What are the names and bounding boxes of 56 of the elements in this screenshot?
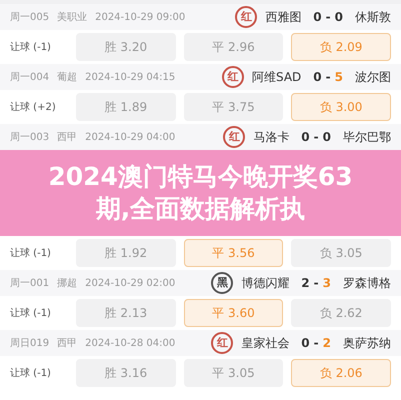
banner-title: 2024澳门特马今晚开奖63期,全面数据解析执: [47, 160, 354, 225]
result-stamp: 红: [222, 66, 244, 88]
result-stamp: 红: [211, 332, 234, 354]
home-team: 博德闪耀: [241, 275, 290, 292]
match-time: 2024-10-28 04:00: [85, 336, 176, 350]
odds-button[interactable]: 平 3.60: [184, 299, 284, 327]
odds-button[interactable]: 负 2.62: [291, 299, 392, 327]
match-score: 2 - 3: [301, 275, 331, 292]
result-stamp: 黑: [211, 272, 234, 294]
match-time: 2024-10-29 04:15: [85, 70, 176, 84]
handicap-label: 让球 (+2): [10, 100, 57, 114]
match-code: 周一001: [10, 276, 50, 290]
away-team: 奥萨苏纳: [343, 335, 391, 352]
match-code: 周一003: [10, 130, 50, 144]
odds-button[interactable]: 负 2.06: [291, 359, 392, 387]
match-score: 0 - 0: [313, 9, 343, 26]
away-team: 波尔图: [355, 69, 391, 86]
match-score: 0 - 5: [313, 69, 343, 86]
away-team: 毕尔巴鄂: [343, 129, 391, 146]
league-name: 挪超: [57, 276, 78, 290]
league-name: 西甲: [57, 336, 78, 350]
home-team: 马洛卡: [253, 129, 290, 146]
odds-button[interactable]: 平 3.05: [184, 359, 284, 387]
result-stamp: 红: [223, 126, 246, 148]
odds-button[interactable]: 胜 1.92: [76, 239, 176, 267]
home-team: 西雅图: [265, 9, 302, 26]
match-code: 周日019: [10, 336, 50, 350]
odds-button[interactable]: 平 3.75: [184, 93, 284, 121]
home-team: 阿维SAD: [252, 69, 302, 86]
league-name: 葡超: [57, 70, 78, 84]
odds-button[interactable]: 平 3.56: [184, 239, 284, 267]
match-code: 周一005: [10, 10, 50, 24]
odds-button[interactable]: 平 2.96: [184, 33, 284, 61]
odds-button[interactable]: 胜 2.13: [76, 299, 176, 327]
handicap-label: 让球 (-1): [10, 40, 52, 54]
odds-button[interactable]: 胜 3.20: [76, 33, 176, 61]
result-stamp: 红: [235, 6, 258, 28]
odds-button[interactable]: 胜 1.89: [76, 93, 176, 121]
odds-button[interactable]: 负 3.00: [291, 93, 392, 121]
handicap-label: 让球 (-1): [10, 246, 52, 260]
away-team: 罗森博格: [343, 275, 391, 292]
match-score: 0 - 0: [301, 129, 331, 146]
handicap-label: 让球 (-1): [10, 366, 52, 380]
handicap-label: 让球 (-1): [10, 306, 52, 320]
match-time: 2024-10-29 04:00: [85, 130, 176, 144]
match-score: 0 - 2: [301, 335, 331, 352]
league-name: 西甲: [57, 130, 78, 144]
odds-button[interactable]: 胜 3.16: [76, 359, 176, 387]
match-code: 周一004: [10, 70, 50, 84]
match-time: 2024-10-29 02:00: [85, 276, 176, 290]
home-team: 皇家社会: [241, 335, 290, 352]
odds-button[interactable]: 负 3.05: [291, 239, 392, 267]
away-team: 休斯敦: [355, 9, 391, 26]
match-time: 2024-10-29 09:00: [95, 10, 186, 24]
odds-button[interactable]: 负 2.09: [291, 33, 392, 61]
league-name: 美职业: [57, 10, 88, 24]
